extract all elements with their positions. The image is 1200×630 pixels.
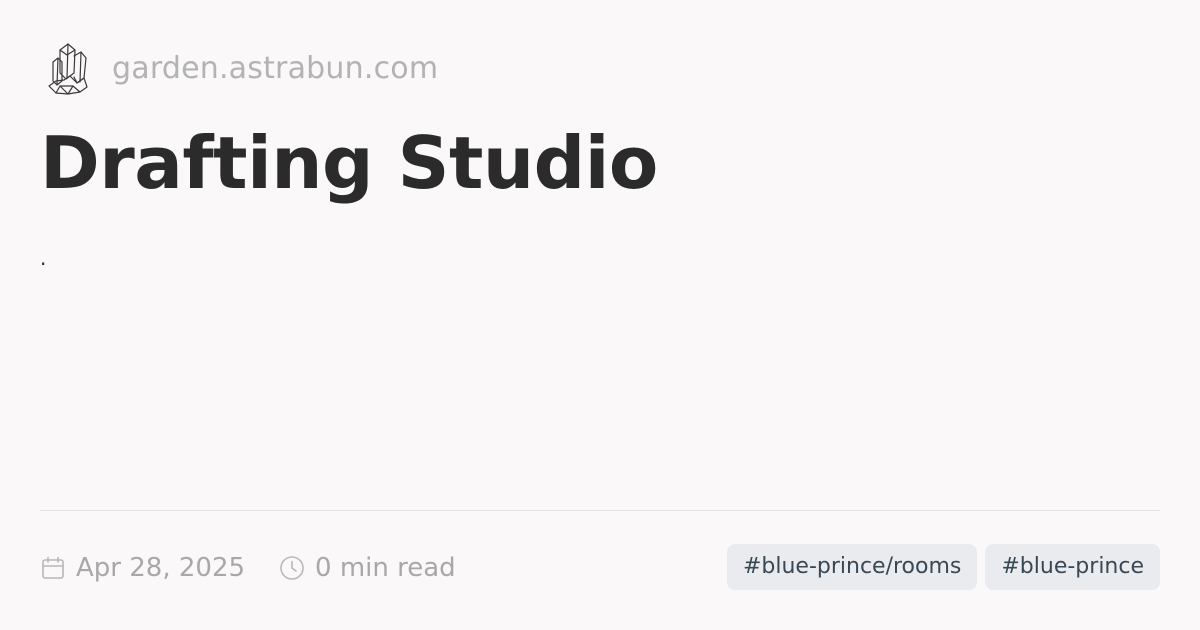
site-header: garden.astrabun.com bbox=[46, 40, 438, 96]
clock-icon bbox=[280, 556, 304, 580]
publish-date: Apr 28, 2025 bbox=[40, 553, 245, 583]
calendar-icon bbox=[42, 556, 64, 579]
reading-time-text: 0 min read bbox=[315, 553, 456, 583]
footer-divider bbox=[40, 510, 1160, 511]
tag-blue-prince-rooms[interactable]: #blue-prince/rooms bbox=[726, 544, 978, 590]
crystal-cluster-icon bbox=[48, 43, 88, 95]
site-domain[interactable]: garden.astrabun.com bbox=[112, 51, 438, 86]
publish-date-text: Apr 28, 2025 bbox=[76, 553, 246, 583]
page-title: Drafting Studio bbox=[40, 121, 658, 205]
page-description: . bbox=[40, 246, 47, 270]
tag-list: #blue-prince/rooms #blue-prince bbox=[726, 544, 1160, 590]
reading-time: 0 min read bbox=[279, 553, 456, 583]
post-meta: Apr 28, 2025 0 min read bbox=[40, 546, 456, 590]
tag-blue-prince[interactable]: #blue-prince bbox=[985, 544, 1160, 590]
